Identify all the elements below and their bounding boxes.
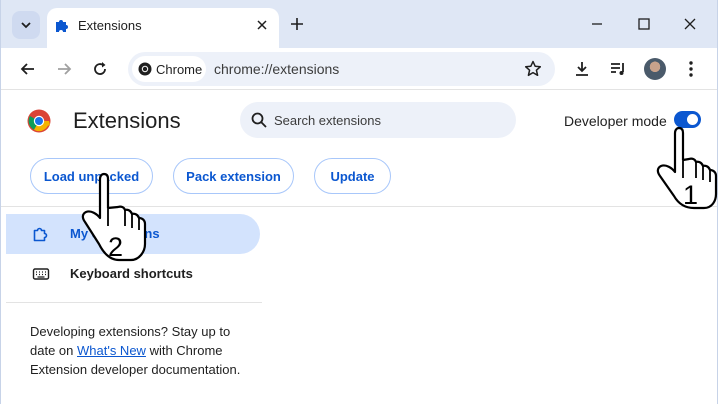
tab-strip: Extensions (1, 0, 717, 48)
more-menu-icon[interactable] (681, 59, 701, 79)
window-close-icon[interactable] (681, 15, 699, 33)
sidebar-item-label: Keyboard shortcuts (70, 266, 193, 281)
sidebar-divider (6, 302, 262, 303)
chrome-logo-icon (138, 62, 152, 76)
step-number-1: 1 (683, 180, 698, 210)
pointer-hand-icon-step-1: 1 (656, 126, 718, 210)
address-bar[interactable]: Chrome chrome://extensions (128, 52, 555, 86)
search-placeholder: Search extensions (274, 113, 381, 128)
tab-search-button[interactable] (12, 11, 40, 39)
media-controls-icon[interactable] (608, 59, 628, 79)
search-icon (251, 112, 267, 128)
whats-new-link[interactable]: What's New (77, 343, 146, 358)
back-arrow-icon[interactable] (18, 59, 38, 79)
close-icon[interactable] (254, 17, 270, 33)
new-tab-icon[interactable] (288, 15, 306, 33)
tab-extensions[interactable]: Extensions (47, 8, 279, 48)
page-title: Extensions (73, 108, 181, 133)
browser-window: Extensions Chrome chrome://extensions Ex… (0, 0, 718, 404)
puzzle-icon (33, 227, 48, 242)
profile-avatar[interactable] (644, 58, 666, 80)
site-chip-label: Chrome (156, 62, 203, 77)
puzzle-icon (56, 20, 68, 32)
search-input[interactable]: Search extensions (240, 102, 516, 138)
step-number-2: 2 (108, 232, 123, 262)
bookmark-star-icon[interactable] (523, 59, 543, 79)
maximize-icon[interactable] (635, 15, 653, 33)
reload-icon[interactable] (90, 59, 110, 79)
forward-arrow-icon[interactable] (54, 59, 74, 79)
url-text[interactable]: chrome://extensions (214, 61, 339, 77)
update-button[interactable]: Update (314, 158, 391, 194)
download-icon[interactable] (572, 59, 592, 79)
chrome-logo-icon (27, 109, 51, 133)
tab-title: Extensions (78, 18, 142, 33)
browser-toolbar: Chrome chrome://extensions (1, 48, 717, 90)
keyboard-icon (32, 268, 50, 280)
minimize-icon[interactable] (588, 15, 606, 33)
pack-extension-button[interactable]: Pack extension (173, 158, 294, 194)
site-chip[interactable]: Chrome (132, 56, 206, 82)
developer-docs-note: Developing extensions? Stay up to date o… (30, 322, 250, 379)
pointer-hand-icon-step-2: 2 (81, 172, 147, 262)
chevron-down-icon (21, 22, 31, 29)
